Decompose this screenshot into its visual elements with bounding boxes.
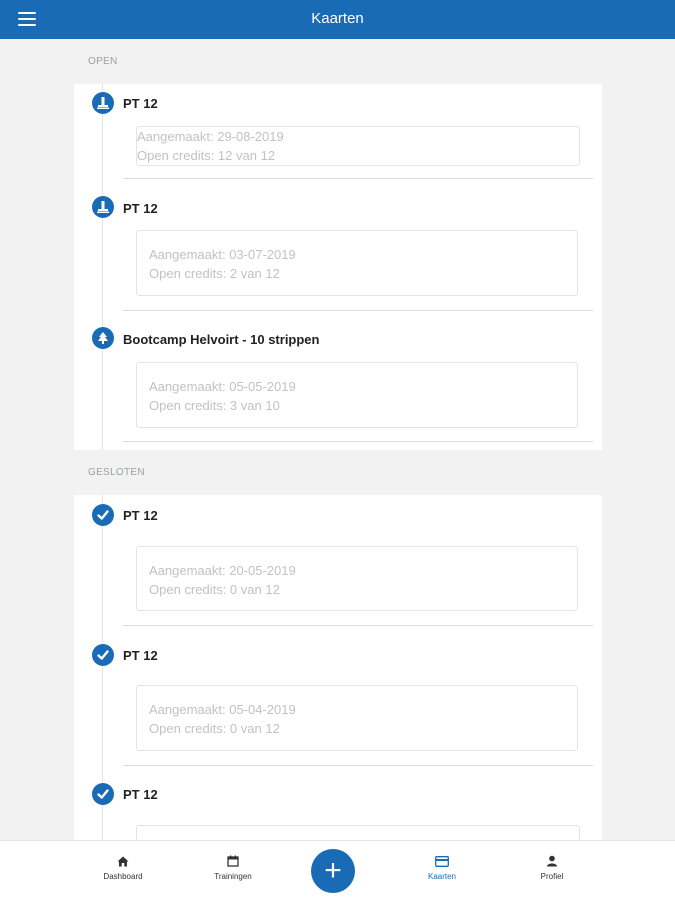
card-item[interactable]: PT 12 Aangemaakt: 03-07-2019 Open credit… xyxy=(74,180,602,311)
closed-cards-panel: PT 12 Aangemaakt: 20-05-2019 Open credit… xyxy=(74,495,602,840)
plus-icon: + xyxy=(324,854,342,887)
card-info-box: Aangemaakt: 03-07-2019 Open credits: 2 v… xyxy=(136,230,578,296)
open-credits: Open credits: 2 van 12 xyxy=(149,266,280,281)
check-icon xyxy=(92,644,114,666)
card-info-box: Aangemaakt: 05-04-2019 Open credits: 0 v… xyxy=(136,685,578,751)
weight-icon xyxy=(92,92,114,114)
card-name: Bootcamp Helvoirt - 10 strippen xyxy=(123,332,320,347)
add-button[interactable]: + xyxy=(311,849,355,893)
divider xyxy=(123,765,593,766)
card-info-box: Aangemaakt: 20-05-2019 Open credits: 0 v… xyxy=(136,546,578,611)
home-icon xyxy=(83,853,163,869)
divider xyxy=(123,441,593,442)
created-date: Aangemaakt: 29-08-2019 xyxy=(137,129,284,144)
card-item[interactable]: PT 12 xyxy=(74,774,602,840)
open-credits: Open credits: 0 van 12 xyxy=(149,582,280,597)
open-credits: Open credits: 0 van 12 xyxy=(149,721,280,736)
check-icon xyxy=(92,783,114,805)
divider xyxy=(123,625,593,626)
page-title: Kaarten xyxy=(311,10,364,27)
card-item[interactable]: PT 12 Aangemaakt: 20-05-2019 Open credit… xyxy=(74,495,602,626)
tab-kaarten[interactable]: Kaarten xyxy=(402,853,482,881)
card-name: PT 12 xyxy=(123,787,158,802)
created-date: Aangemaakt: 05-05-2019 xyxy=(149,379,296,394)
tab-label: Dashboard xyxy=(103,872,143,881)
card-info-box: Aangemaakt: 05-05-2019 Open credits: 3 v… xyxy=(136,362,578,428)
tab-dashboard[interactable]: Dashboard xyxy=(83,853,163,881)
card-name: PT 12 xyxy=(123,508,158,523)
card-info-box: Aangemaakt: 29-08-2019 Open credits: 12 … xyxy=(136,126,580,166)
card-name: PT 12 xyxy=(123,201,158,216)
tab-profiel[interactable]: Profiel xyxy=(512,853,592,881)
created-date: Aangemaakt: 20-05-2019 xyxy=(149,563,296,578)
weight-icon xyxy=(92,196,114,218)
card-item[interactable]: PT 12 Aangemaakt: 29-08-2019 Open credit… xyxy=(74,84,602,180)
open-cards-panel: PT 12 Aangemaakt: 29-08-2019 Open credit… xyxy=(74,84,602,450)
section-label-open: OPEN xyxy=(88,56,118,67)
tab-label: Kaarten xyxy=(427,872,457,881)
user-icon xyxy=(512,853,592,869)
tree-icon xyxy=(92,327,114,349)
open-credits: Open credits: 3 van 10 xyxy=(149,398,280,413)
tab-trainingen[interactable]: Trainingen xyxy=(193,853,273,881)
tab-label: Profiel xyxy=(540,872,564,881)
created-date: Aangemaakt: 03-07-2019 xyxy=(149,247,296,262)
calendar-icon xyxy=(193,853,273,869)
check-icon xyxy=(92,504,114,526)
top-app-bar: Kaarten xyxy=(0,0,675,39)
card-item[interactable]: PT 12 Aangemaakt: 05-04-2019 Open credit… xyxy=(74,635,602,766)
section-label-closed: GESLOTEN xyxy=(88,467,145,478)
card-info-box xyxy=(136,825,580,840)
card-item[interactable]: Bootcamp Helvoirt - 10 strippen Aangemaa… xyxy=(74,311,602,442)
open-credits: Open credits: 12 van 12 xyxy=(137,148,276,163)
divider xyxy=(123,178,593,179)
card-name: PT 12 xyxy=(123,96,158,111)
created-date: Aangemaakt: 05-04-2019 xyxy=(149,702,296,717)
card-icon xyxy=(402,853,482,869)
card-name: PT 12 xyxy=(123,648,158,663)
tab-label: Trainingen xyxy=(214,872,252,881)
